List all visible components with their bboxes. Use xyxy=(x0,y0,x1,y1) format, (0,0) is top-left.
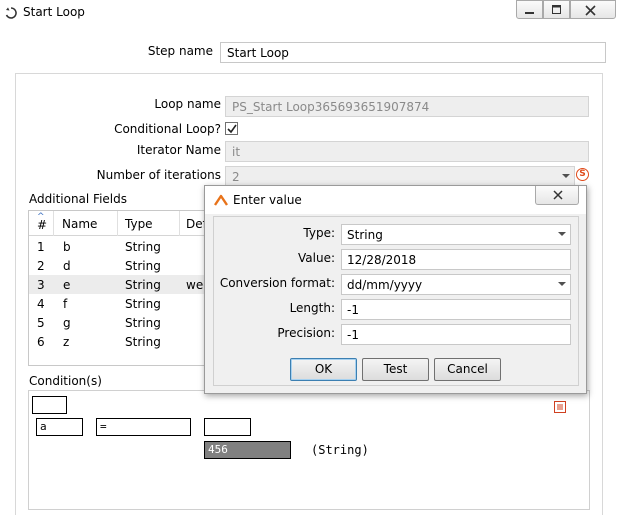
condition-right-field[interactable] xyxy=(204,418,251,436)
table-header: ^ # Name Type Def xyxy=(29,211,227,236)
variable-s-icon[interactable]: S xyxy=(576,168,589,181)
dialog-title: Enter value xyxy=(233,193,302,207)
loop-icon xyxy=(5,7,17,19)
iterations-select[interactable]: 2 xyxy=(225,166,575,187)
row-name: f xyxy=(63,297,68,311)
type-label: Type: xyxy=(303,226,335,240)
format-select[interactable]: dd/mm/yyyy xyxy=(341,274,571,295)
col-num[interactable]: # xyxy=(37,218,47,232)
row-num: 1 xyxy=(37,240,45,254)
dialog-close-button[interactable] xyxy=(535,186,579,205)
caret-logo-icon xyxy=(214,194,228,206)
additional-fields-label: Additional Fields xyxy=(29,192,128,206)
row-type: String xyxy=(125,316,161,330)
condition-operator-box[interactable] xyxy=(32,396,67,414)
format-label: Conversion format: xyxy=(219,276,335,290)
row-name: d xyxy=(63,259,71,273)
row-num: 6 xyxy=(37,335,45,349)
chevron-down-icon xyxy=(558,232,566,236)
enter-value-dialog: Enter value Type: String Value: 12/28/20… xyxy=(204,185,587,394)
row-num: 3 xyxy=(37,278,45,292)
loop-name-input[interactable]: PS_Start Loop365693651907874 xyxy=(225,96,589,117)
close-icon xyxy=(553,190,563,200)
minimize-button[interactable] xyxy=(516,0,543,19)
condition-value[interactable]: 456 xyxy=(204,441,291,459)
iterator-name-input[interactable]: it xyxy=(225,141,589,162)
iterations-value: 2 xyxy=(232,170,240,184)
row-num: 2 xyxy=(37,259,45,273)
row-name: z xyxy=(63,335,70,349)
row-type: String xyxy=(125,240,161,254)
dialog-title-bar: Enter value xyxy=(205,186,586,214)
type-select[interactable]: String xyxy=(341,224,571,245)
iterations-label: Number of iterations xyxy=(96,168,221,182)
length-label: Length: xyxy=(289,301,335,315)
test-button[interactable]: Test xyxy=(362,358,429,381)
cancel-button[interactable]: Cancel xyxy=(434,358,501,381)
table-row[interactable]: 5 g String xyxy=(29,313,227,332)
row-num: 5 xyxy=(37,316,45,330)
conditional-loop-checkbox[interactable] xyxy=(225,122,238,135)
table-row[interactable]: 2 d String xyxy=(29,256,227,275)
row-type: String xyxy=(125,278,161,292)
table-row[interactable]: 4 f String xyxy=(29,294,227,313)
row-name: e xyxy=(63,278,71,292)
condition-editor[interactable]: a = 456 (String) xyxy=(28,390,590,510)
step-name-input[interactable]: Start Loop xyxy=(220,42,606,63)
minimize-icon xyxy=(525,12,534,14)
loop-name-label: Loop name xyxy=(154,97,221,111)
precision-input[interactable]: -1 xyxy=(341,324,571,345)
col-name[interactable]: Name xyxy=(62,217,97,231)
additional-fields-table: ^ # Name Type Def 1 b String 2 d String … xyxy=(28,210,228,366)
edit-condition-icon[interactable] xyxy=(554,401,566,413)
row-type: String xyxy=(125,297,161,311)
type-value: String xyxy=(347,228,383,242)
step-name-label: Step name xyxy=(147,44,213,58)
title-bar: Start Loop xyxy=(0,0,617,27)
condition-operator[interactable]: = xyxy=(96,418,191,436)
checkmark-icon xyxy=(227,124,237,134)
row-name: g xyxy=(63,316,71,330)
maximize-icon xyxy=(552,5,561,14)
table-row[interactable]: 6 z String xyxy=(29,332,227,351)
chevron-down-icon xyxy=(562,174,570,178)
table-row[interactable]: 1 b String xyxy=(29,237,227,256)
condition-value-type: (String) xyxy=(311,443,369,457)
maximize-button[interactable] xyxy=(543,0,570,19)
precision-label: Precision: xyxy=(277,326,335,340)
col-type[interactable]: Type xyxy=(125,217,153,231)
row-name: b xyxy=(63,240,71,254)
chevron-down-icon xyxy=(558,282,566,286)
start-loop-window: Start Loop Step name Start Loop Loop nam… xyxy=(0,0,617,515)
table-row[interactable]: 3 e String wee xyxy=(29,275,227,294)
ok-button[interactable]: OK xyxy=(290,358,357,381)
condition-field[interactable]: a xyxy=(36,418,83,436)
close-button[interactable] xyxy=(570,0,616,19)
value-input[interactable]: 12/28/2018 xyxy=(341,249,571,270)
window-title: Start Loop xyxy=(23,5,85,19)
conditional-loop-label: Conditional Loop? xyxy=(114,122,221,136)
format-value: dd/mm/yyyy xyxy=(347,278,423,292)
value-label: Value: xyxy=(298,251,335,265)
close-icon xyxy=(585,5,596,16)
conditions-label: Condition(s) xyxy=(29,374,102,388)
row-type: String xyxy=(125,335,161,349)
iterator-name-label: Iterator Name xyxy=(136,143,221,157)
row-num: 4 xyxy=(37,297,45,311)
length-input[interactable]: -1 xyxy=(341,299,571,320)
row-type: String xyxy=(125,259,161,273)
